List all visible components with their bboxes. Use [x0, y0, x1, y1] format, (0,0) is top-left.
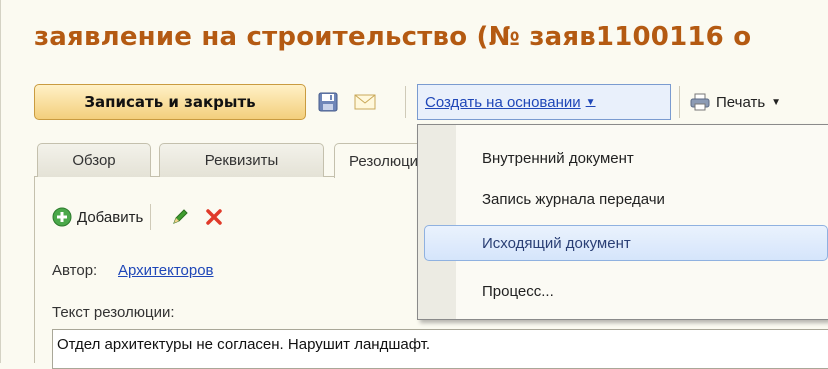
- plus-circle-icon: [52, 207, 72, 227]
- create-based-on-menu: Внутренний документ Запись журнала перед…: [417, 124, 828, 320]
- print-button[interactable]: Печать ▼: [690, 84, 781, 120]
- menu-item-internal-document[interactable]: Внутренний документ: [424, 140, 828, 176]
- chevron-down-icon: ▼: [771, 96, 782, 108]
- floppy-disk-icon[interactable]: [315, 89, 341, 115]
- tab-requisites[interactable]: Реквизиты: [159, 143, 324, 177]
- add-button[interactable]: Добавить: [52, 204, 143, 230]
- toolbar-separator: [679, 86, 680, 118]
- toolbar-separator: [150, 204, 151, 230]
- pencil-icon[interactable]: [170, 204, 190, 230]
- page-title: заявление на строительство (№ заяв110011…: [34, 22, 752, 52]
- resolution-text-label: Текст резолюции:: [52, 304, 175, 321]
- menu-item-transfer-log-record[interactable]: Запись журнала передачи: [424, 181, 828, 217]
- delete-x-icon[interactable]: [205, 204, 223, 230]
- resolution-text-field[interactable]: Отдел архитектуры не согласен. Нарушит л…: [52, 329, 828, 369]
- author-link[interactable]: Архитекторов: [118, 262, 214, 279]
- chevron-down-icon: ▼: [585, 96, 596, 108]
- envelope-icon[interactable]: [352, 89, 378, 115]
- menu-item-process[interactable]: Процесс...: [424, 273, 828, 309]
- menu-item-outgoing-document[interactable]: Исходящий документ: [424, 225, 828, 261]
- print-label: Печать: [716, 93, 766, 111]
- create-based-on-button[interactable]: Создать на основании ▼: [417, 84, 671, 120]
- toolbar-separator: [405, 86, 406, 118]
- create-based-on-label: Создать на основании: [425, 93, 581, 111]
- author-label: Автор:: [52, 262, 98, 279]
- content-panel-border: [34, 177, 35, 363]
- save-and-close-button[interactable]: Записать и закрыть: [34, 84, 306, 120]
- add-label: Добавить: [77, 208, 144, 226]
- tab-overview[interactable]: Обзор: [37, 143, 151, 177]
- window-left-edge: [0, 0, 1, 363]
- printer-icon: [690, 93, 710, 111]
